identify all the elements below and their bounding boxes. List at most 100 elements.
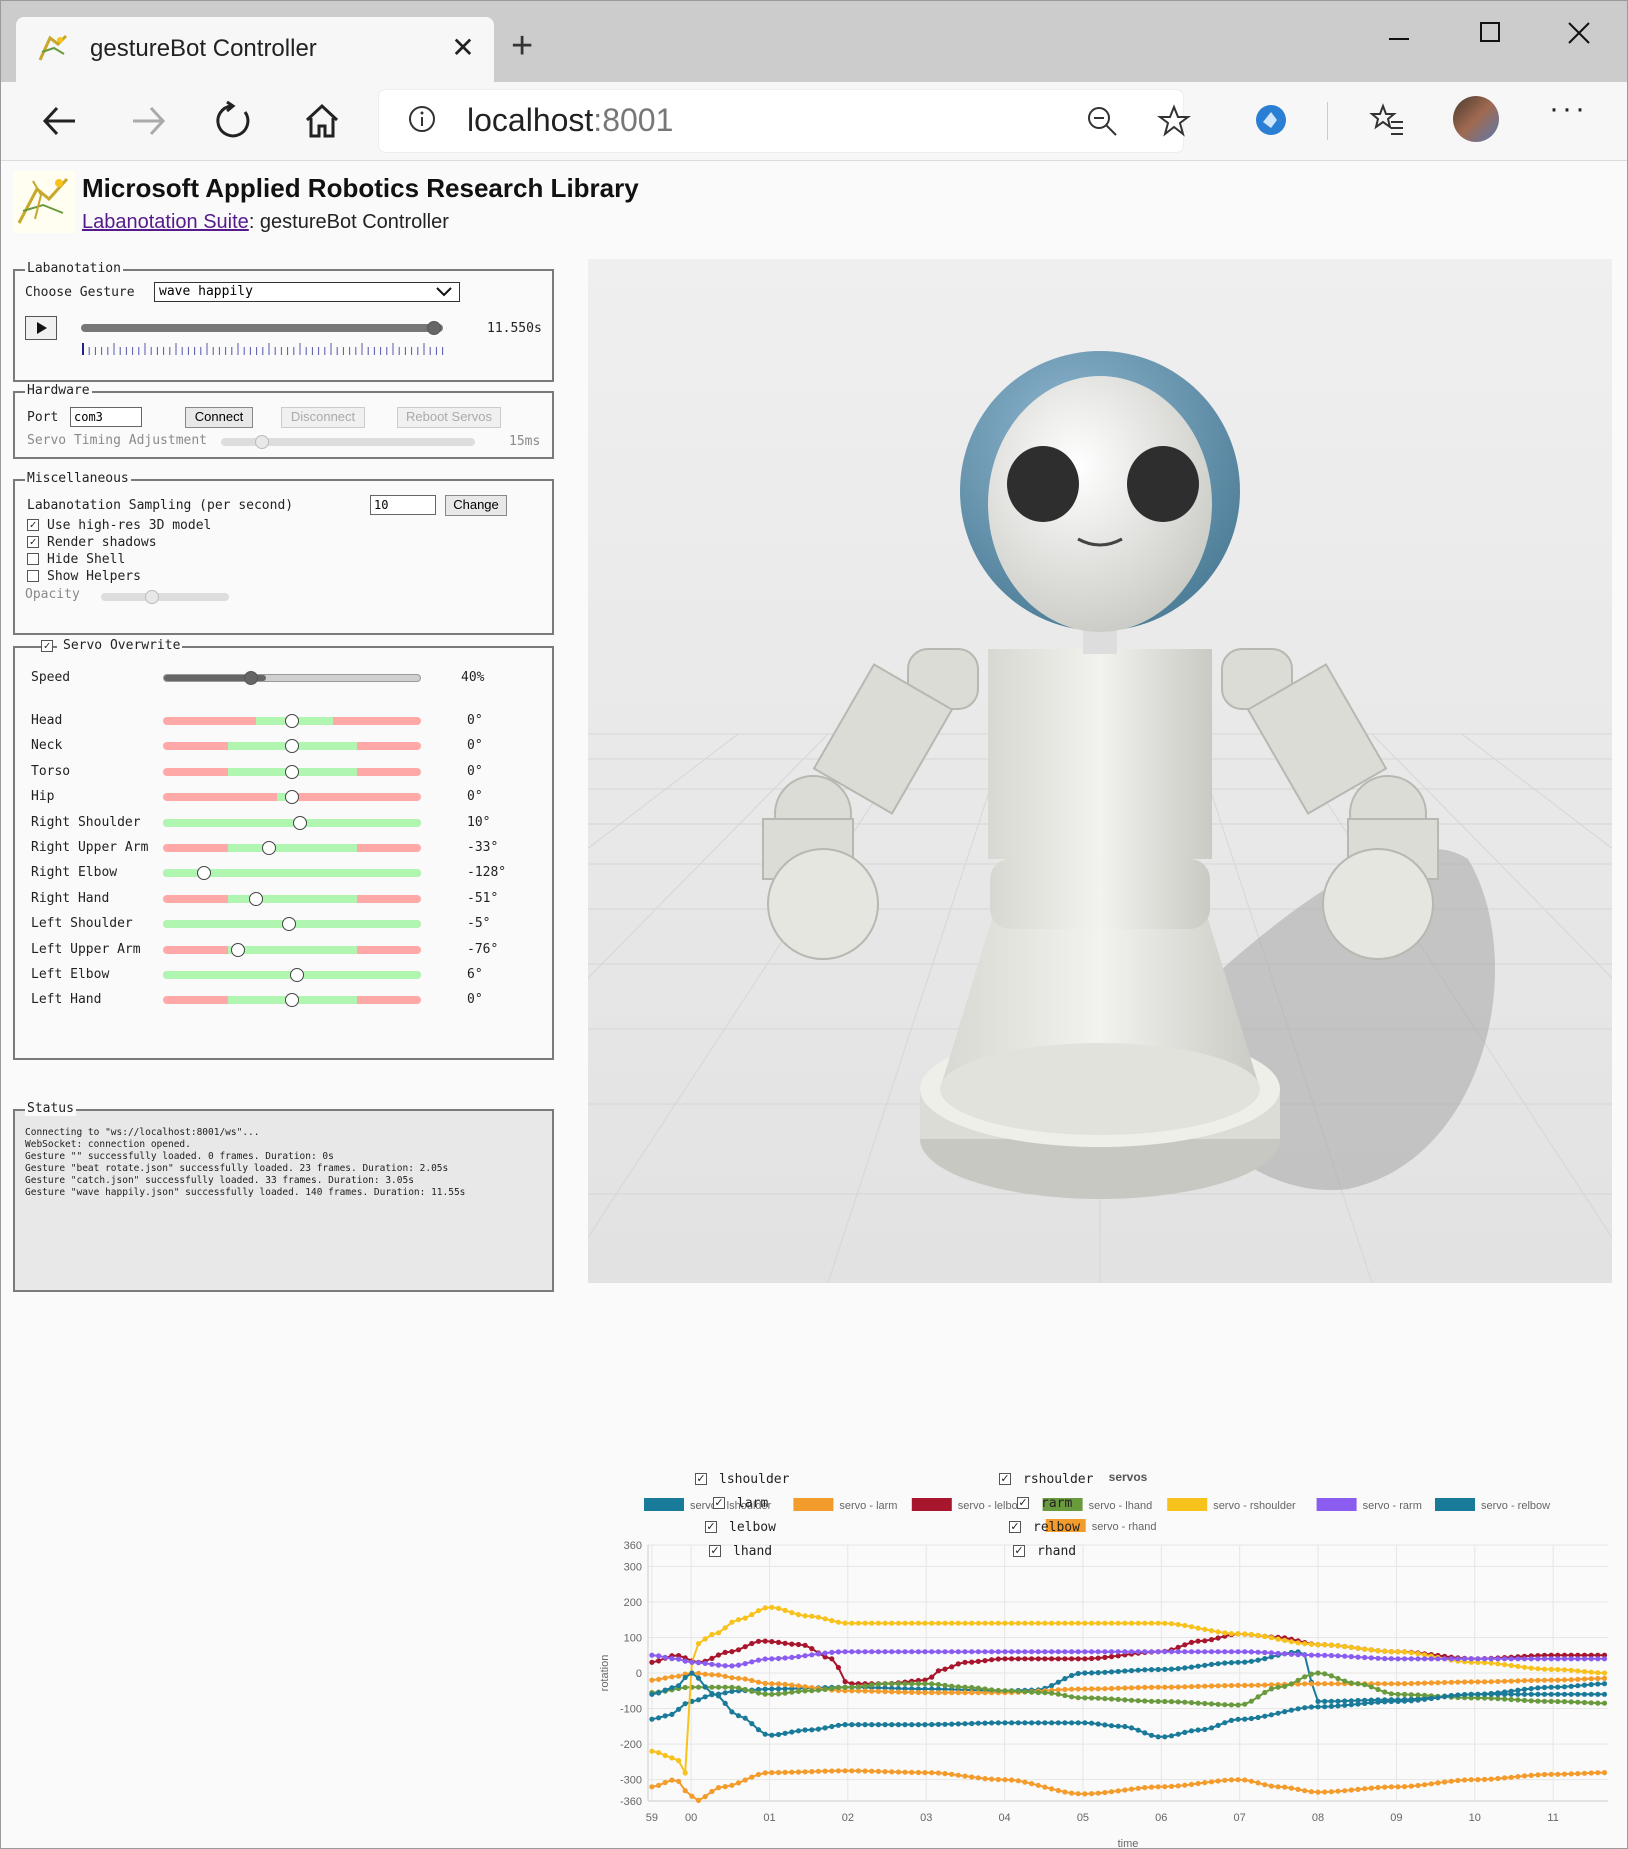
legend-label[interactable]: servo - rhand [1092, 1521, 1157, 1533]
series-toggle-checkbox[interactable]: ✓ [695, 1473, 707, 1485]
data-point [1222, 1660, 1228, 1666]
legend-label[interactable]: servo - rshoulder [1213, 1500, 1296, 1512]
data-point [1262, 1689, 1268, 1696]
option-checkbox[interactable]: ✓ [27, 536, 39, 548]
data-point [676, 1673, 682, 1679]
disconnect-button[interactable]: Disconnect [281, 407, 365, 428]
joint-slider-handle[interactable] [248, 891, 263, 906]
reboot-servos-button[interactable]: Reboot Servos [397, 407, 501, 428]
play-button[interactable] [25, 316, 57, 340]
data-point [1315, 1789, 1321, 1795]
data-point [909, 1649, 915, 1655]
more-menu-icon[interactable]: ··· [1549, 92, 1588, 126]
joint-slider-handle[interactable] [285, 764, 299, 779]
url-text[interactable]: localhost:8001 [467, 102, 673, 139]
data-point [1089, 1670, 1095, 1676]
favorites-icon[interactable] [1369, 102, 1405, 138]
back-icon[interactable] [37, 98, 83, 144]
change-sampling-button[interactable]: Change [445, 495, 507, 516]
home-icon[interactable] [299, 98, 345, 144]
legend-swatch[interactable] [1167, 1498, 1208, 1511]
series-toggle-checkbox[interactable]: ✓ [999, 1473, 1011, 1485]
opacity-slider-handle[interactable] [145, 590, 159, 604]
legend-swatch[interactable] [1435, 1498, 1475, 1511]
connect-button[interactable]: Connect [185, 407, 253, 428]
data-point [1548, 1677, 1554, 1683]
tab-close-icon[interactable]: ✕ [446, 31, 480, 64]
series-toggle-checkbox[interactable]: ✓ [709, 1545, 721, 1557]
site-info-icon[interactable] [407, 104, 437, 134]
maximize-icon[interactable] [1459, 17, 1519, 57]
legend-swatch[interactable] [644, 1498, 684, 1511]
joint-slider[interactable] [163, 844, 421, 852]
data-point [755, 1690, 762, 1696]
option-checkbox[interactable] [27, 570, 39, 582]
joint-slider[interactable] [163, 945, 421, 954]
data-point [822, 1650, 828, 1656]
extension-icon[interactable] [1253, 102, 1289, 138]
joint-slider-handle[interactable] [197, 866, 212, 881]
option-checkbox[interactable]: ✓ [27, 519, 39, 531]
data-point [1315, 1704, 1321, 1710]
data-point [902, 1620, 908, 1626]
gesture-select[interactable]: wave happily [154, 282, 460, 302]
sampling-label: Labanotation Sampling (per second) [27, 498, 294, 513]
servo-timing-slider-handle[interactable] [255, 435, 269, 449]
joint-slider-handle[interactable] [230, 942, 245, 957]
joint-slider-handle[interactable] [285, 993, 299, 1008]
opacity-slider[interactable] [101, 593, 229, 601]
address-bar[interactable]: localhost:8001 [379, 90, 1191, 152]
joint-slider-handle[interactable] [292, 815, 307, 830]
legend-swatch[interactable] [793, 1498, 834, 1511]
status-panel: Status Connecting to "ws://localhost:800… [13, 1101, 554, 1292]
option-checkbox[interactable] [27, 553, 39, 565]
servo-overwrite-checkbox[interactable]: ✓ [41, 640, 53, 652]
avatar[interactable] [1453, 96, 1499, 142]
joint-slider-handle[interactable] [285, 790, 299, 805]
joint-slider-handle[interactable] [285, 714, 299, 728]
data-point [676, 1683, 682, 1689]
data-point [1128, 1725, 1135, 1731]
data-point [1155, 1666, 1161, 1673]
data-point [1135, 1727, 1141, 1733]
refresh-icon[interactable] [211, 98, 257, 144]
add-favorite-icon[interactable] [1157, 104, 1191, 138]
port-input[interactable]: com3 [70, 407, 142, 427]
minimize-icon[interactable] [1369, 17, 1429, 57]
legend-label[interactable]: servo - rarm [1363, 1500, 1422, 1512]
joint-slider[interactable] [163, 894, 421, 903]
data-point [855, 1649, 861, 1655]
data-point [829, 1685, 835, 1692]
sampling-input[interactable]: 10 [370, 495, 436, 515]
series-toggle-checkbox[interactable]: ✓ [1009, 1521, 1021, 1533]
series-toggle-label: lshoulder [719, 1472, 790, 1487]
joint-slider-handle[interactable] [282, 917, 297, 932]
joint-slider-handle[interactable] [290, 968, 305, 982]
data-point [715, 1652, 722, 1658]
close-window-icon[interactable] [1549, 17, 1609, 57]
legend-swatch[interactable] [911, 1498, 952, 1511]
labanotation-suite-link[interactable]: Labanotation Suite [82, 211, 249, 233]
data-point [1242, 1649, 1248, 1655]
new-tab-icon[interactable]: + [511, 27, 533, 65]
series-toggle-checkbox[interactable]: ✓ [1017, 1497, 1029, 1509]
browser-tab[interactable]: gestureBot Controller ✕ [16, 17, 494, 82]
robot-3d-viewport[interactable] [588, 259, 1612, 1283]
forward-icon[interactable] [125, 98, 171, 144]
joint-slider-handle[interactable] [261, 841, 276, 855]
legend-label[interactable]: servo - lhand [1089, 1500, 1153, 1512]
speed-slider-handle[interactable] [244, 671, 258, 685]
data-point [1075, 1649, 1081, 1655]
zoom-icon[interactable] [1085, 104, 1119, 138]
series-toggle-checkbox[interactable]: ✓ [713, 1497, 725, 1509]
playback-slider[interactable] [81, 324, 443, 332]
series-toggle-checkbox[interactable]: ✓ [1013, 1545, 1025, 1557]
legend-label[interactable]: servo - larm [839, 1500, 897, 1512]
series-toggle-checkbox[interactable]: ✓ [705, 1521, 717, 1533]
legend-swatch[interactable] [1316, 1498, 1357, 1511]
playback-slider-handle[interactable] [427, 321, 441, 335]
legend-label[interactable]: servo - relbow [1481, 1500, 1550, 1512]
speed-slider[interactable] [163, 674, 421, 682]
joint-slider-handle[interactable] [285, 739, 299, 754]
legend-label[interactable]: servo - lelbow [958, 1500, 1026, 1512]
